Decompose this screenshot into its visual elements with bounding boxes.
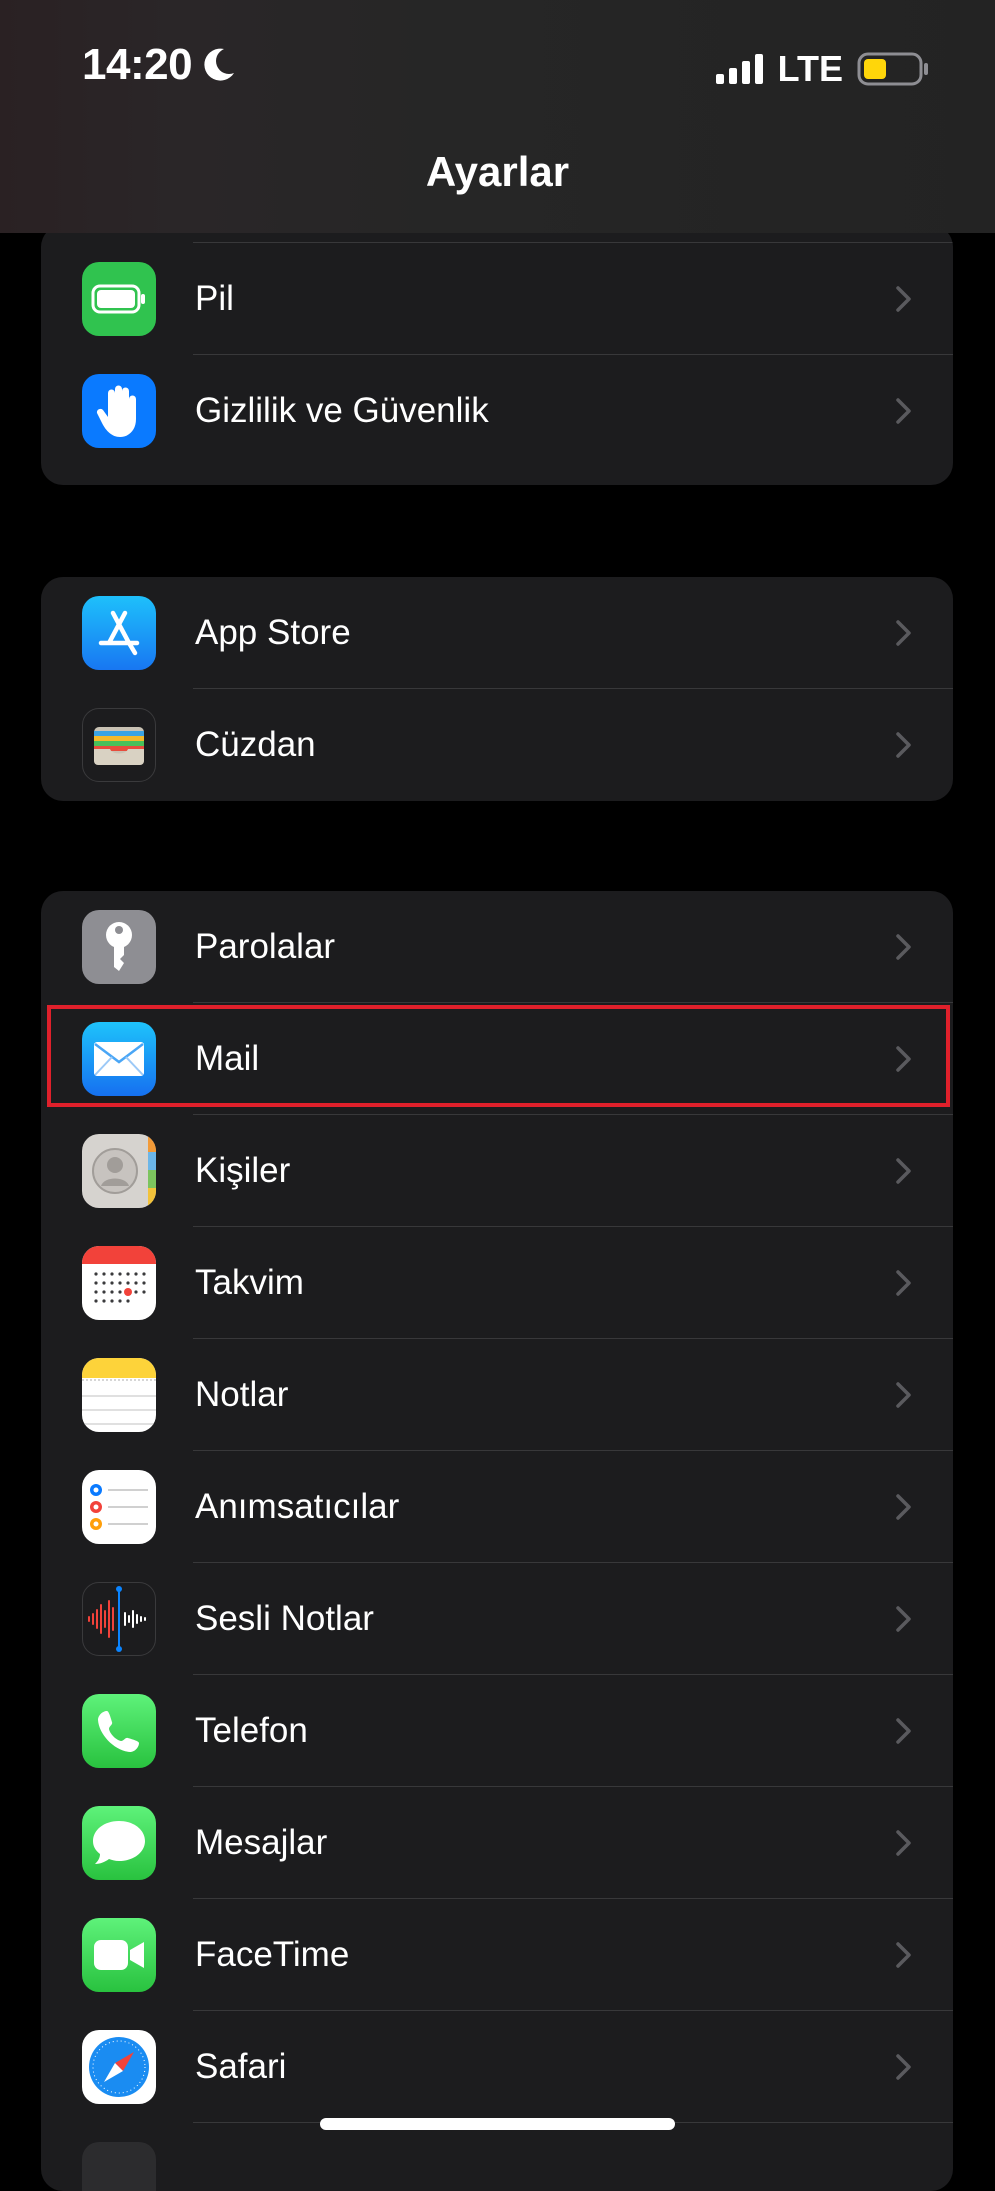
page-title: Ayarlar — [425, 148, 570, 195]
settings-group-2: App Store Cüzdan — [41, 577, 953, 801]
settings-row-label: Parolalar — [195, 927, 336, 966]
settings-row-contacts[interactable]: Kişiler — [41, 1115, 953, 1227]
calendar-icon — [82, 1246, 156, 1320]
settings-row-label: App Store — [195, 613, 351, 652]
chevron-right-icon — [896, 732, 911, 758]
status-bar-right: LTE — [715, 48, 929, 90]
settings-row-label: Cüzdan — [195, 725, 316, 764]
moon-icon — [204, 48, 235, 81]
settings-row-label: Mesajlar — [195, 1823, 328, 1862]
settings-row-label: FaceTime — [195, 1935, 350, 1974]
chevron-right-icon — [896, 1494, 911, 1520]
settings-row-reminders[interactable]: Anımsatıcılar — [41, 1451, 953, 1563]
app-store-icon — [82, 596, 156, 670]
app-icon — [82, 2142, 156, 2191]
time-text: 14:20 — [82, 40, 193, 89]
settings-row-messages[interactable]: Mesajlar — [41, 1787, 953, 1899]
facetime-icon — [82, 1918, 156, 1992]
reminders-icon — [82, 1470, 156, 1544]
settings-row-label: Anımsatıcılar — [195, 1487, 400, 1526]
home-indicator — [320, 2118, 675, 2130]
chevron-right-icon — [896, 1830, 911, 1856]
settings-row-label: Sesli Notlar — [195, 1599, 374, 1638]
highlight-box — [47, 1005, 950, 1107]
hand-icon — [82, 374, 156, 448]
network-type: LTE — [777, 48, 843, 89]
chevron-right-icon — [896, 1270, 911, 1296]
chevron-right-icon — [896, 1158, 911, 1184]
settings-row-label: Gizlilik ve Güvenlik — [195, 391, 489, 430]
phone-icon — [82, 1694, 156, 1768]
settings-row-voice-memos[interactable]: Sesli Notlar — [41, 1563, 953, 1675]
navigation-header: 14:20 LTE Ayarlar — [0, 0, 995, 233]
chevron-right-icon — [896, 1606, 911, 1632]
voice-memos-icon — [82, 1582, 156, 1656]
settings-row-label: Takvim — [195, 1263, 304, 1302]
contacts-icon — [82, 1134, 156, 1208]
safari-icon — [82, 2030, 156, 2104]
settings-row-app-store[interactable]: App Store — [41, 577, 953, 689]
status-bar-time: 14:20 — [82, 40, 236, 90]
key-icon — [82, 910, 156, 984]
settings-row-battery[interactable]: Pil — [41, 243, 953, 355]
settings-row-notes[interactable]: Notlar — [41, 1339, 953, 1451]
notes-icon — [82, 1358, 156, 1432]
settings-row-passwords[interactable]: Parolalar — [41, 891, 953, 1003]
chevron-right-icon — [896, 934, 911, 960]
chevron-right-icon — [896, 1942, 911, 1968]
settings-row-label: Kişiler — [195, 1151, 291, 1190]
settings-row-privacy[interactable]: Gizlilik ve Güvenlik — [41, 355, 953, 467]
settings-row-label: Safari — [195, 2047, 287, 2086]
settings-row-label: Pil — [195, 279, 234, 318]
chevron-right-icon — [896, 2054, 911, 2080]
wallet-icon — [82, 708, 156, 782]
chevron-right-icon — [896, 1382, 911, 1408]
chevron-right-icon — [896, 398, 911, 424]
settings-row-label: Notlar — [195, 1375, 289, 1414]
chevron-right-icon — [896, 620, 911, 646]
settings-row-partial[interactable] — [41, 2123, 953, 2191]
settings-row-facetime[interactable]: FaceTime — [41, 1899, 953, 2011]
settings-row-phone[interactable]: Telefon — [41, 1675, 953, 1787]
chevron-right-icon — [896, 1718, 911, 1744]
messages-icon — [82, 1806, 156, 1880]
settings-row-safari[interactable]: Safari — [41, 2011, 953, 2123]
signal-icon — [715, 54, 763, 84]
settings-group-1: Pil Gizlilik ve Güvenlik — [41, 225, 953, 485]
settings-row-label: Telefon — [195, 1711, 308, 1750]
chevron-right-icon — [896, 286, 911, 312]
settings-row-wallet[interactable]: Cüzdan — [41, 689, 953, 801]
settings-row-calendar[interactable]: Takvim — [41, 1227, 953, 1339]
battery-status-icon — [857, 52, 928, 86]
battery-icon — [82, 262, 156, 336]
